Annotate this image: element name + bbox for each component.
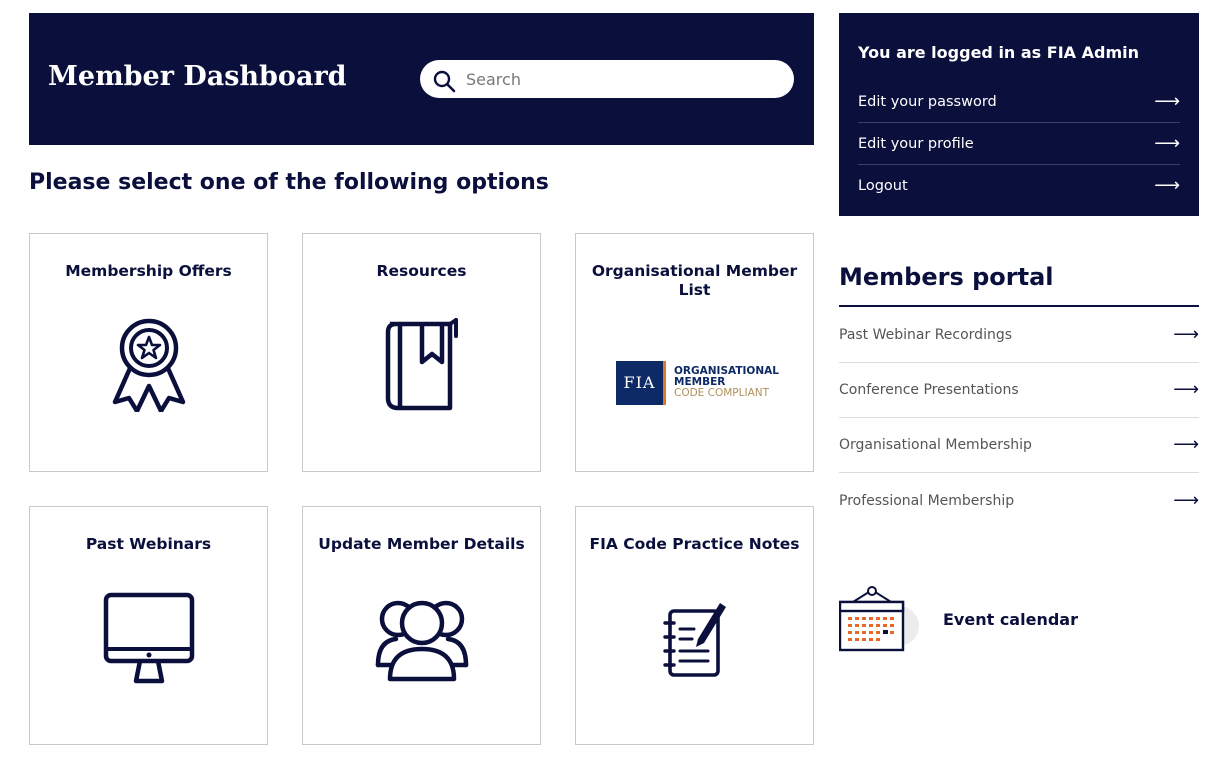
portal-link-conference-presentations[interactable]: Conference Presentations ⟶: [839, 363, 1199, 418]
edit-password-link[interactable]: Edit your password ⟶: [858, 81, 1180, 123]
arrow-right-icon: ⟶: [1173, 489, 1199, 511]
portal-link-professional-membership[interactable]: Professional Membership ⟶: [839, 473, 1199, 528]
logout-link[interactable]: Logout ⟶: [858, 165, 1180, 207]
search-input[interactable]: [466, 60, 776, 98]
edit-profile-link[interactable]: Edit your profile ⟶: [858, 123, 1180, 165]
book-bookmark-icon: [385, 318, 458, 411]
monitor-icon: [103, 592, 194, 684]
search-bar[interactable]: [420, 60, 794, 98]
tile-label: Update Member Details: [318, 535, 525, 553]
fia-logo-line: CODE COMPLIANT: [674, 387, 770, 399]
tile-label: Past Webinars: [85, 535, 212, 553]
link-label: Logout: [858, 178, 908, 194]
fia-organisational-member-logo: FIA ORGANISATIONAL MEMBER CODE COMPLIANT: [616, 360, 779, 406]
link-label: Edit your password: [858, 93, 997, 110]
arrow-right-icon: ⟶: [1154, 132, 1180, 154]
tile-membership-offers[interactable]: Membership Offers: [29, 233, 268, 472]
link-label: Conference Presentations: [839, 382, 1019, 398]
tile-label: Resources: [376, 262, 467, 280]
page-title: Member Dashboard: [48, 61, 347, 92]
tile-label: Membership Offers: [65, 262, 232, 280]
link-label: Professional Membership: [839, 492, 1015, 509]
users-group-icon: [375, 600, 468, 682]
arrow-right-icon: ⟶: [1173, 434, 1199, 455]
tile-resources[interactable]: Resources: [302, 233, 541, 472]
tile-organisational-member-list[interactable]: Organisational Member List FIA ORGANISAT…: [575, 233, 814, 472]
fia-logo-mark: FIA: [616, 361, 666, 405]
tile-fia-code-practice-notes[interactable]: FIA Code Practice Notes: [575, 506, 814, 745]
account-panel: You are logged in as FIA Admin Edit your…: [839, 13, 1199, 216]
dashboard-header: Member Dashboard: [29, 13, 814, 145]
arrow-right-icon: ⟶: [1154, 90, 1180, 112]
portal-link-organisational-membership[interactable]: Organisational Membership ⟶: [839, 418, 1199, 473]
members-portal-heading: Members portal: [839, 263, 1054, 291]
arrow-right-icon: ⟶: [1173, 379, 1199, 400]
link-label: Past Webinar Recordings: [839, 327, 1013, 343]
options-heading: Please select one of the following optio…: [29, 170, 549, 195]
award-ribbon-icon: [112, 318, 185, 412]
tile-update-member-details[interactable]: Update Member Details: [302, 506, 541, 745]
arrow-right-icon: ⟶: [1173, 324, 1199, 345]
search-icon[interactable]: [432, 69, 456, 93]
portal-link-past-webinar-recordings[interactable]: Past Webinar Recordings ⟶: [839, 308, 1199, 363]
event-calendar-label: Event calendar: [943, 610, 1078, 629]
tile-label: Organisational Member List: [591, 262, 798, 299]
arrow-right-icon: ⟶: [1154, 175, 1180, 196]
event-calendar-link[interactable]: Event calendar: [839, 586, 1139, 656]
logged-in-heading: You are logged in as FIA Admin: [858, 43, 1139, 62]
link-label: Edit your profile: [858, 135, 974, 152]
tile-label: FIA Code Practice Notes: [589, 535, 800, 553]
calendar-icon: [839, 586, 919, 652]
notepad-pen-icon: [662, 603, 726, 677]
divider: [839, 305, 1199, 307]
link-label: Organisational Membership: [839, 437, 1032, 453]
tile-past-webinars[interactable]: Past Webinars: [29, 506, 268, 745]
